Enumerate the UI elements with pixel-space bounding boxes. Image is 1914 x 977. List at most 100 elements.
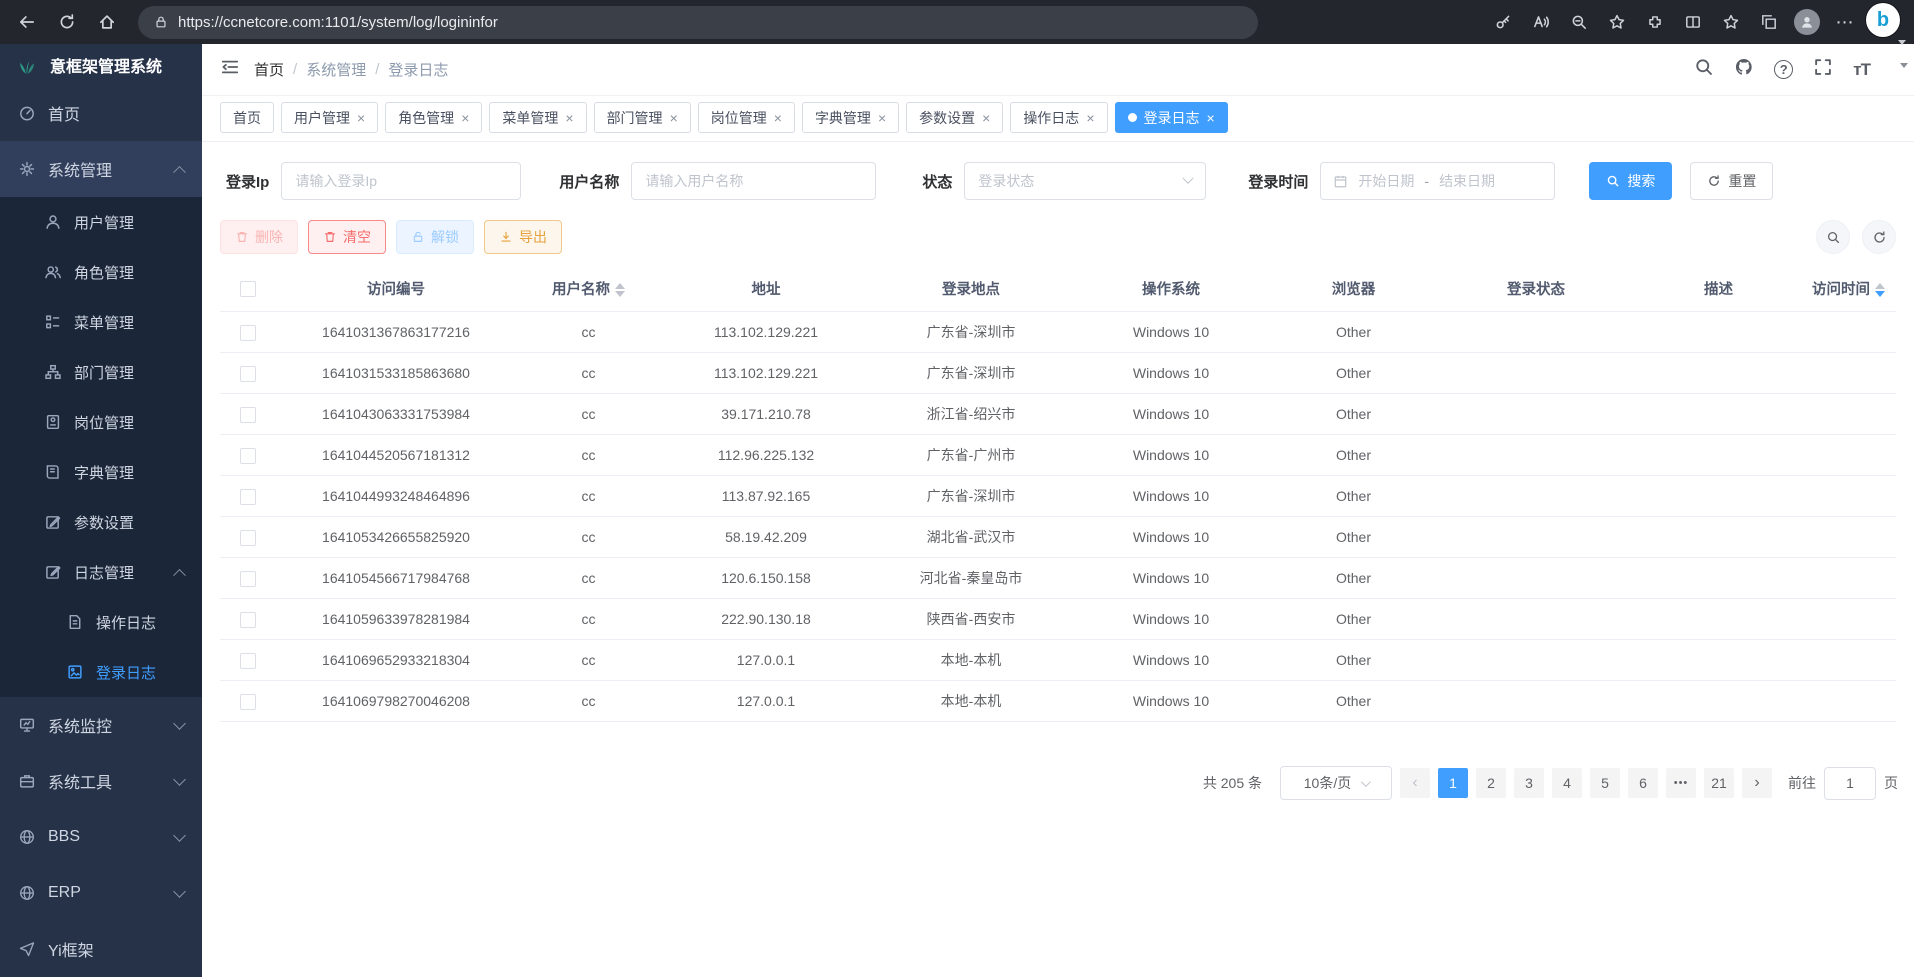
select-all-checkbox[interactable] xyxy=(240,281,256,297)
row-checkbox[interactable] xyxy=(240,325,256,341)
sidebar-item-home[interactable]: 首页 xyxy=(0,85,202,141)
page-button-1[interactable]: 1 xyxy=(1438,768,1468,798)
sidebar-item-dictionary-management[interactable]: 字典管理 xyxy=(0,447,202,497)
search-icon[interactable] xyxy=(1694,57,1714,82)
table-row[interactable]: 1641059633978281984 cc 222.90.130.18 陕西省… xyxy=(220,599,1896,640)
tab-login-log[interactable]: 登录日志× xyxy=(1115,102,1228,133)
close-icon[interactable]: × xyxy=(1207,110,1215,126)
reset-button[interactable]: 重置 xyxy=(1690,162,1773,200)
col-user-name[interactable]: 用户名称 xyxy=(516,266,661,312)
page-button-21[interactable]: 21 xyxy=(1704,768,1734,798)
page-size-select[interactable]: 10条/页 xyxy=(1280,766,1392,800)
table-row[interactable]: 1641053426655825920 cc 58.19.42.209 湖北省-… xyxy=(220,517,1896,558)
tab-parameter-settings[interactable]: 参数设置× xyxy=(906,102,1003,133)
row-checkbox[interactable] xyxy=(240,366,256,382)
tab-post-management[interactable]: 岗位管理× xyxy=(698,102,795,133)
close-icon[interactable]: × xyxy=(461,110,469,126)
github-icon[interactable] xyxy=(1734,57,1754,82)
sidebar-item-system-monitoring[interactable]: 系统监控 xyxy=(0,697,202,753)
address-bar[interactable]: https://ccnetcore.com:1101/system/log/lo… xyxy=(138,6,1258,39)
tab-operation-log[interactable]: 操作日志× xyxy=(1010,102,1107,133)
row-checkbox[interactable] xyxy=(240,612,256,628)
close-icon[interactable]: × xyxy=(670,110,678,126)
status-select[interactable]: 登录状态 xyxy=(964,162,1206,200)
refresh-table-button[interactable] xyxy=(1862,220,1896,254)
clear-button[interactable]: 清空 xyxy=(308,220,386,254)
table-row[interactable]: 1641044993248464896 cc 113.87.92.165 广东省… xyxy=(220,476,1896,517)
row-checkbox[interactable] xyxy=(240,530,256,546)
close-icon[interactable]: × xyxy=(774,110,782,126)
breadcrumb-system[interactable]: 系统管理 xyxy=(306,59,366,80)
font-size-icon[interactable]: ᴛT xyxy=(1853,60,1870,80)
sidebar-item-system-management[interactable]: 系统管理 xyxy=(0,141,202,197)
fullscreen-icon[interactable] xyxy=(1813,57,1833,82)
settings-more-icon[interactable]: ⋯ xyxy=(1828,5,1862,39)
read-aloud-icon[interactable] xyxy=(1524,5,1558,39)
browser-profile-avatar[interactable] xyxy=(1790,5,1824,39)
login-ip-input[interactable] xyxy=(281,162,521,200)
sidebar-item-operation-log[interactable]: 操作日志 xyxy=(0,597,202,647)
table-row[interactable]: 1641043063331753984 cc 39.171.210.78 浙江省… xyxy=(220,394,1896,435)
page-button-2[interactable]: 2 xyxy=(1476,768,1506,798)
zoom-out-icon[interactable] xyxy=(1562,5,1596,39)
table-row[interactable]: 1641054566717984768 cc 120.6.150.158 河北省… xyxy=(220,558,1896,599)
sort-icon[interactable] xyxy=(615,283,625,297)
row-checkbox[interactable] xyxy=(240,571,256,587)
home-icon[interactable] xyxy=(90,5,124,39)
table-row[interactable]: 1641069798270046208 cc 127.0.0.1 本地-本机 W… xyxy=(220,681,1896,722)
close-icon[interactable]: × xyxy=(982,110,990,126)
sidebar-item-menu-management[interactable]: 菜单管理 xyxy=(0,297,202,347)
tab-user-management[interactable]: 用户管理× xyxy=(281,102,378,133)
favorites-add-star-icon[interactable] xyxy=(1600,5,1634,39)
tab-role-management[interactable]: 角色管理× xyxy=(385,102,482,133)
col-access-time[interactable]: 访问时间 xyxy=(1801,266,1896,312)
table-row[interactable]: 1641031533185863680 cc 113.102.129.221 广… xyxy=(220,353,1896,394)
row-checkbox[interactable] xyxy=(240,694,256,710)
row-checkbox[interactable] xyxy=(240,448,256,464)
sidebar-item-role-management[interactable]: 角色管理 xyxy=(0,247,202,297)
table-row[interactable]: 1641031367863177216 cc 113.102.129.221 广… xyxy=(220,312,1896,353)
row-checkbox[interactable] xyxy=(240,653,256,669)
page-button-3[interactable]: 3 xyxy=(1514,768,1544,798)
back-icon[interactable] xyxy=(10,5,44,39)
page-button-5[interactable]: 5 xyxy=(1590,768,1620,798)
sidebar-item-yi-framework[interactable]: Yi框架 xyxy=(0,921,202,977)
sidebar-item-department-management[interactable]: 部门管理 xyxy=(0,347,202,397)
sidebar-item-bbs[interactable]: BBS xyxy=(0,809,202,865)
user-name-input[interactable] xyxy=(631,162,876,200)
table-row[interactable]: 1641044520567181312 cc 112.96.225.132 广东… xyxy=(220,435,1896,476)
sidebar-item-post-management[interactable]: 岗位管理 xyxy=(0,397,202,447)
bing-copilot-button[interactable]: b xyxy=(1866,3,1904,41)
search-button[interactable]: 搜索 xyxy=(1589,162,1672,200)
page-ellipsis[interactable]: ••• xyxy=(1666,768,1696,798)
favorites-bar-icon[interactable] xyxy=(1714,5,1748,39)
tab-home[interactable]: 首页 xyxy=(220,102,274,133)
unlock-button[interactable]: 解锁 xyxy=(396,220,474,254)
close-icon[interactable]: × xyxy=(565,110,573,126)
refresh-icon[interactable] xyxy=(50,5,84,39)
toggle-search-button[interactable] xyxy=(1816,220,1850,254)
close-icon[interactable]: × xyxy=(1086,110,1094,126)
page-button-4[interactable]: 4 xyxy=(1552,768,1582,798)
sidebar-item-parameter-settings[interactable]: 参数设置 xyxy=(0,497,202,547)
extensions-icon[interactable] xyxy=(1638,5,1672,39)
tab-department-management[interactable]: 部门管理× xyxy=(594,102,691,133)
sidebar-item-log-management[interactable]: 日志管理 xyxy=(0,547,202,597)
export-button[interactable]: 导出 xyxy=(484,220,562,254)
date-range-picker[interactable]: 开始日期 - 结束日期 xyxy=(1320,162,1555,200)
delete-button[interactable]: 删除 xyxy=(220,220,298,254)
split-screen-icon[interactable] xyxy=(1676,5,1710,39)
sidebar-item-erp[interactable]: ERP xyxy=(0,865,202,921)
breadcrumb-home[interactable]: 首页 xyxy=(254,59,284,80)
row-checkbox[interactable] xyxy=(240,407,256,423)
next-page-button[interactable]: › xyxy=(1742,768,1772,798)
close-icon[interactable]: × xyxy=(357,110,365,126)
sort-icon[interactable] xyxy=(1875,283,1885,297)
sidebar-item-login-log[interactable]: 登录日志 xyxy=(0,647,202,697)
row-checkbox[interactable] xyxy=(240,489,256,505)
close-icon[interactable]: × xyxy=(878,110,886,126)
table-row[interactable]: 1641069652933218304 cc 127.0.0.1 本地-本机 W… xyxy=(220,640,1896,681)
help-icon[interactable]: ? xyxy=(1774,60,1793,79)
page-button-6[interactable]: 6 xyxy=(1628,768,1658,798)
password-key-icon[interactable] xyxy=(1486,5,1520,39)
